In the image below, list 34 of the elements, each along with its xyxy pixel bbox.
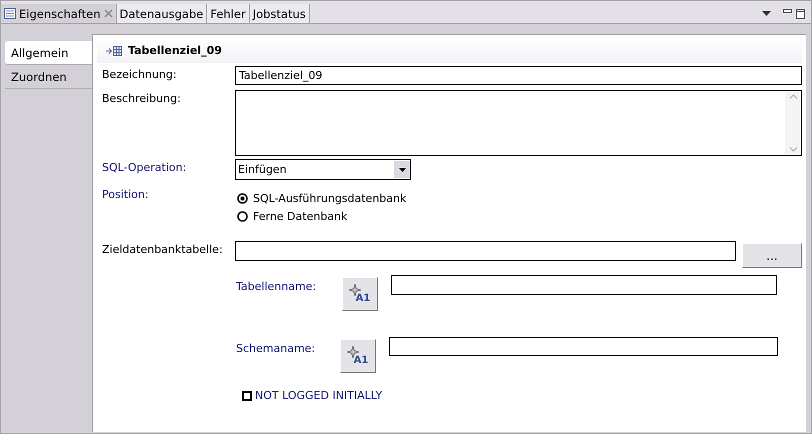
operation-select[interactable]: Einfügen <box>235 159 411 180</box>
table-icon <box>106 46 122 56</box>
tab[interactable]: Eigenschaften <box>1 4 116 23</box>
field-label: SQL-Operation: <box>102 160 188 174</box>
field-label: Tabellenname: <box>236 279 318 293</box>
description-field[interactable] <box>235 90 802 156</box>
table-field[interactable] <box>235 241 736 261</box>
sidebar-tab[interactable]: Allgemein <box>5 41 93 65</box>
field-label: Beschreibung: <box>102 91 182 105</box>
name-field[interactable]: Tabellenziel_09 <box>235 66 802 85</box>
dropdown-icon <box>398 168 406 172</box>
variable-button[interactable]: A1 <box>342 277 378 311</box>
variable-button[interactable]: A1 <box>340 339 376 373</box>
maximize-icon[interactable] <box>796 8 805 18</box>
field-label: Schemaname: <box>236 341 316 355</box>
tab[interactable]: Jobstatus <box>250 4 310 23</box>
minimize-icon[interactable] <box>783 8 792 12</box>
field-label: Zieldatenbanktabelle: <box>102 242 224 256</box>
radio-option[interactable]: SQL-Ausführungsdatenbank <box>237 192 406 205</box>
field-label: Position: <box>102 187 150 201</box>
checkbox-option[interactable]: NOT LOGGED INITIALLY <box>102 389 802 402</box>
browse-button[interactable]: ... <box>742 243 802 268</box>
checkbox[interactable] <box>242 390 252 400</box>
dropdown-icon[interactable] <box>762 11 771 16</box>
radio-option[interactable]: Ferne Datenbank <box>237 210 406 223</box>
table-name-field[interactable] <box>391 275 777 295</box>
radio-icon[interactable] <box>237 211 248 222</box>
field-label: Bezeichnung: <box>102 67 178 81</box>
radio-selected-icon[interactable] <box>237 193 248 204</box>
header-title: Tabellenziel_09 <box>128 44 222 57</box>
tab[interactable]: Fehler <box>207 4 250 23</box>
tab[interactable]: Datenausgabe <box>116 4 208 23</box>
properties-icon <box>4 8 16 19</box>
schema-name-field[interactable] <box>389 337 778 356</box>
